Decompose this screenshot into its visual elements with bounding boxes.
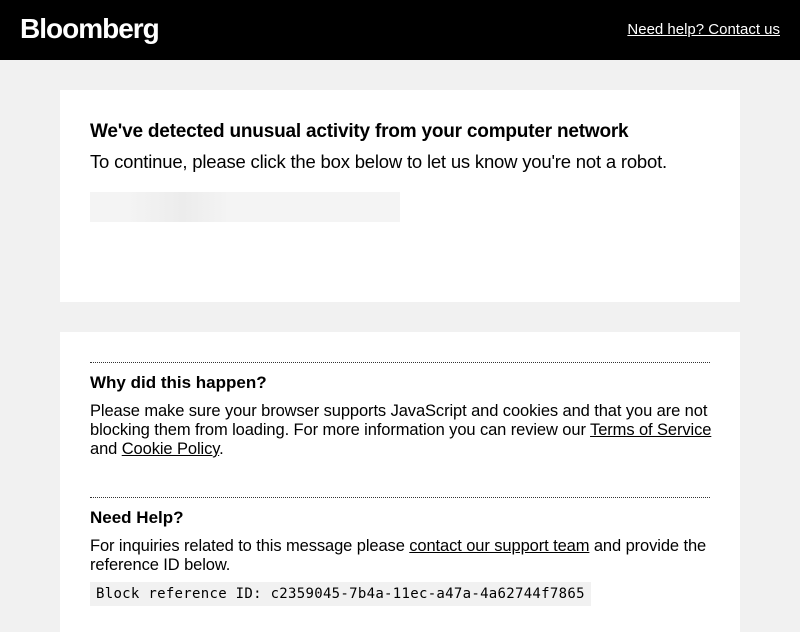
contact-support-link[interactable]: contact our support team — [409, 537, 589, 555]
cookie-policy-link[interactable]: Cookie Policy — [122, 440, 220, 458]
captcha-box[interactable] — [90, 192, 400, 222]
info-card: Why did this happen? Please make sure yo… — [60, 332, 740, 632]
why-text-part: and — [90, 440, 122, 458]
why-text: Please make sure your browser supports J… — [90, 402, 715, 459]
block-reference-id: Block reference ID: c2359045-7b4a-11ec-a… — [90, 582, 591, 606]
help-text: For inquiries related to this message pl… — [90, 537, 715, 575]
bloomberg-logo[interactable]: Bloomberg — [20, 12, 160, 46]
need-help-heading: Need Help? — [90, 508, 184, 527]
divider — [90, 497, 710, 498]
why-text-part: . — [219, 440, 224, 458]
top-bar: Bloomberg Need help? Contact us — [0, 0, 800, 60]
divider — [90, 362, 710, 363]
challenge-card: We've detected unusual activity from you… — [60, 90, 740, 302]
contact-us-link[interactable]: Need help? Contact us — [627, 20, 780, 40]
why-heading: Why did this happen? — [90, 373, 267, 392]
challenge-title: We've detected unusual activity from you… — [90, 121, 629, 142]
help-text-part: For inquiries related to this message pl… — [90, 537, 410, 555]
challenge-subtitle: To continue, please click the box below … — [90, 151, 667, 172]
terms-of-service-link[interactable]: Terms of Service — [590, 421, 711, 439]
